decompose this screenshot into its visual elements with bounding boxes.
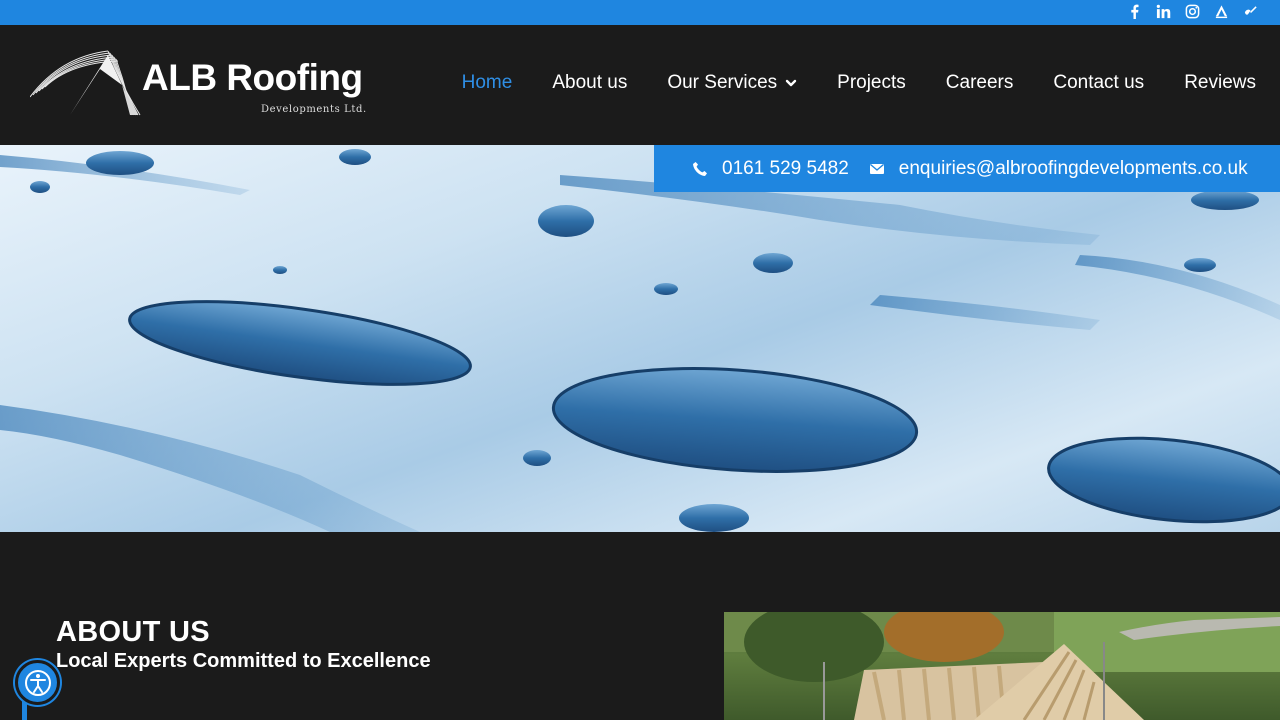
roof-logo-mark bbox=[30, 50, 141, 116]
site-header: ALB Roofing Developments Ltd. Home About… bbox=[0, 25, 1280, 145]
nav-item-careers[interactable]: Careers bbox=[946, 72, 1014, 94]
contact-bar: 0161 529 5482 enquiries@albroofingdevelo… bbox=[654, 145, 1280, 192]
accessibility-button[interactable] bbox=[15, 660, 60, 705]
nav-item-reviews[interactable]: Reviews bbox=[1184, 72, 1256, 94]
accent-divider bbox=[22, 700, 27, 720]
top-bar bbox=[0, 0, 1280, 25]
nav-item-home[interactable]: Home bbox=[462, 72, 513, 94]
trustatrader-icon[interactable] bbox=[1243, 4, 1258, 20]
phone-icon bbox=[692, 161, 708, 177]
nav-item-label: Projects bbox=[837, 72, 906, 93]
nav-item-label: Reviews bbox=[1184, 72, 1256, 93]
nav-item-about-us[interactable]: About us bbox=[552, 72, 627, 94]
nav-item-our-services[interactable]: Our Services bbox=[667, 72, 797, 94]
envelope-icon bbox=[869, 161, 885, 177]
hero-banner bbox=[0, 145, 1280, 532]
water-droplets-image bbox=[0, 149, 1280, 532]
social-links bbox=[1127, 4, 1258, 20]
about-subheading: Local Experts Committed to Excellence bbox=[56, 650, 431, 672]
facebook-icon[interactable] bbox=[1127, 4, 1142, 20]
chevron-down-icon bbox=[785, 77, 797, 89]
nav-item-label: Careers bbox=[945, 72, 1014, 93]
nav-item-contact-us[interactable]: Contact us bbox=[1053, 72, 1144, 94]
phone-number-link[interactable]: 0161 529 5482 bbox=[722, 158, 849, 180]
logo[interactable]: ALB Roofing Developments Ltd. bbox=[30, 49, 390, 121]
roof-construction-photo bbox=[724, 612, 1280, 720]
nav-item-label: Our Services bbox=[667, 72, 778, 93]
email-link[interactable]: enquiries@albroofingdevelopments.co.uk bbox=[899, 158, 1248, 180]
main-nav: Home About us Our Services Projects Care… bbox=[422, 72, 1256, 94]
nav-item-label: About us bbox=[552, 72, 628, 93]
instagram-icon[interactable] bbox=[1185, 4, 1200, 20]
brand-name: ALB Roofing bbox=[142, 57, 363, 98]
about-heading: ABOUT US bbox=[56, 616, 210, 648]
accessibility-icon bbox=[24, 669, 51, 696]
linkedin-icon[interactable] bbox=[1156, 4, 1171, 20]
nav-item-projects[interactable]: Projects bbox=[837, 72, 906, 94]
checkatrade-icon[interactable] bbox=[1214, 4, 1229, 20]
nav-item-label: Home bbox=[461, 72, 513, 93]
nav-item-label: Contact us bbox=[1053, 72, 1145, 93]
brand-subtitle: Developments Ltd. bbox=[261, 104, 367, 115]
